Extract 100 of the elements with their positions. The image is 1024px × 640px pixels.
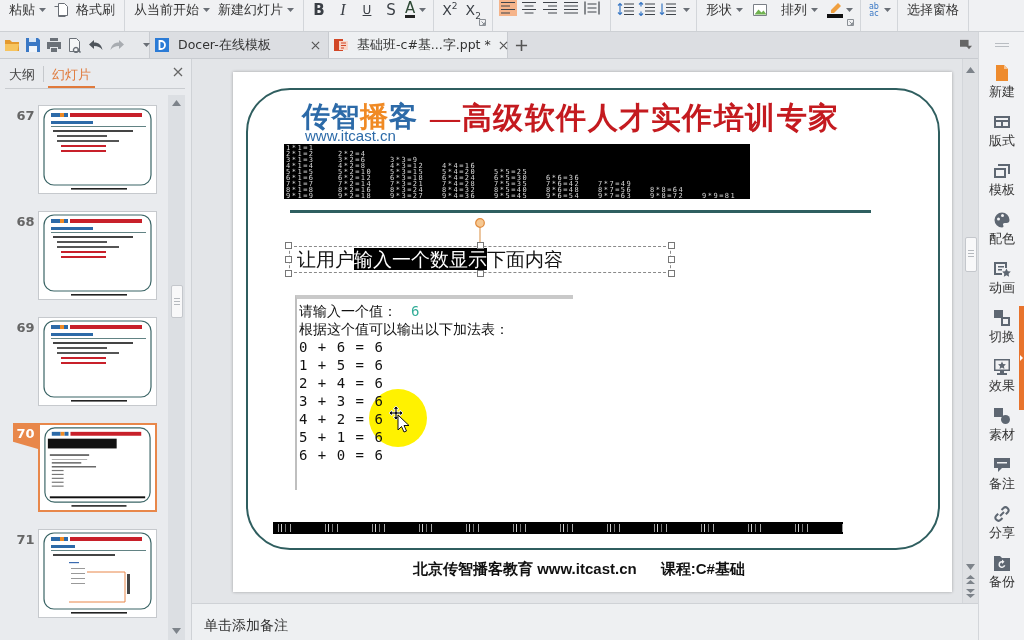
dialog-launcher-icon[interactable] — [846, 19, 854, 26]
sidebar-button[interactable]: 配色 — [988, 211, 1015, 247]
text-box[interactable]: 让用户输入一个数显示下面内容 — [289, 246, 671, 273]
shapes-icon — [992, 407, 1011, 425]
next-slide-icon[interactable] — [966, 589, 975, 598]
superscript-button[interactable]: X$^{2}$ — [438, 1, 462, 19]
slide-thumbnail[interactable] — [38, 105, 157, 194]
resize-handle[interactable] — [476, 242, 484, 249]
new-slide-button[interactable]: 新建幻灯片 — [215, 1, 297, 19]
close-icon[interactable] — [498, 40, 508, 50]
dialog-launcher-icon[interactable] — [478, 19, 486, 26]
scrollbar-thumb[interactable] — [170, 285, 183, 318]
close-icon[interactable] — [311, 40, 320, 50]
selection-pane-button[interactable]: 选择窗格 — [903, 1, 962, 19]
panel-tab[interactable]: 大纲 — [5, 66, 39, 88]
caret-icon — [419, 8, 427, 12]
format-painter-button[interactable]: 格式刷 — [73, 1, 118, 19]
scroll-up-icon[interactable] — [966, 67, 975, 73]
sidebar-button[interactable]: 备份 — [988, 554, 1015, 590]
pen-color-icon[interactable] — [826, 2, 843, 18]
slide-title: —高级软件人才实作培训专家 — [430, 100, 840, 136]
caret-icon — [1020, 355, 1023, 361]
align-right-icon — [541, 1, 558, 15]
console-line: 0 + 6 = 6 — [299, 338, 384, 356]
close-icon[interactable] — [173, 67, 183, 77]
slide-thumbnail[interactable] — [38, 317, 157, 406]
save-icon[interactable] — [25, 37, 41, 53]
slides-file-icon — [333, 37, 349, 53]
console-line: 根据这个值可以输出以下加法表： — [299, 320, 509, 338]
list-spacing-icon[interactable] — [658, 2, 677, 16]
align-center-icon — [520, 1, 537, 15]
link-icon — [992, 505, 1011, 523]
bold-button[interactable]: B — [310, 1, 328, 19]
caret-icon — [203, 8, 210, 12]
strikethrough-button[interactable]: S — [382, 1, 400, 19]
template-icon — [992, 162, 1011, 180]
move-cursor-icon — [388, 405, 410, 433]
justify-icon — [562, 1, 579, 15]
transition-icon — [992, 309, 1011, 327]
footer-text: 课程:C#基础 — [660, 560, 745, 578]
cursor-highlight-icon — [369, 389, 427, 447]
align-center-button[interactable] — [519, 0, 538, 16]
caret-icon[interactable] — [143, 43, 150, 47]
sidebar-button[interactable]: 模板 — [988, 162, 1015, 198]
palette-icon — [992, 211, 1011, 229]
sidebar-button[interactable]: 素材 — [988, 407, 1015, 443]
printer-icon[interactable] — [46, 37, 62, 53]
new-tab-plus-icon[interactable] — [515, 38, 528, 52]
window-menu-icon[interactable] — [959, 39, 973, 51]
footer-text: 北京传智播客教育 www.itcast.cn — [413, 560, 637, 578]
console-line: 1 + 5 = 6 — [299, 356, 384, 374]
sidebar-button[interactable]: 切换 — [988, 309, 1015, 345]
console-input-value: 6 — [411, 302, 420, 320]
sidebar-button[interactable]: 新建 — [988, 64, 1015, 100]
layout-icon — [992, 113, 1011, 131]
slide-thumbnail[interactable] — [38, 529, 157, 618]
document-tab[interactable]: 基础班-c#基...字.ppt * — [329, 32, 508, 58]
resize-handle[interactable] — [476, 270, 484, 277]
sidebar-button[interactable]: 效果 — [988, 358, 1015, 394]
animation-star-icon — [992, 260, 1011, 278]
align-right-button[interactable] — [540, 0, 559, 16]
slide-thumbnail[interactable] — [38, 211, 157, 300]
scroll-down-icon[interactable] — [966, 564, 975, 570]
distribute-icon — [583, 1, 600, 15]
slide-thumbnail[interactable] — [38, 423, 157, 512]
copy-icon[interactable] — [53, 2, 69, 18]
paragraph-spacing-icon[interactable] — [637, 2, 656, 16]
caret-icon[interactable] — [883, 8, 891, 12]
console-prompt: 请输入一个值： — [299, 302, 397, 320]
cloud-logo-icon — [154, 37, 170, 53]
line-spacing-icon[interactable] — [616, 2, 635, 16]
italic-button[interactable]: I — [334, 1, 352, 19]
console-line: 4 + 2 = 6 — [299, 410, 384, 428]
scrollbar-thumb[interactable] — [964, 237, 977, 272]
sidebar-button[interactable]: 版式 — [988, 113, 1015, 149]
sidebar-button[interactable]: 动画 — [988, 260, 1015, 296]
panel-toggle-handle[interactable] — [1019, 306, 1024, 410]
arrange-button[interactable]: 排列 — [777, 1, 821, 19]
scroll-down-icon[interactable] — [172, 628, 181, 634]
justify-button[interactable] — [561, 0, 580, 16]
paste-button[interactable]: 粘贴 — [6, 1, 49, 19]
previous-slide-icon[interactable] — [966, 575, 975, 584]
align-left-button[interactable] — [498, 0, 517, 16]
sidebar-button[interactable]: 备注 — [988, 456, 1015, 492]
underline-button[interactable]: U — [358, 1, 376, 19]
play-from-current-button[interactable]: 从当前开始 — [131, 1, 213, 19]
shape-button[interactable]: 形状 — [702, 1, 746, 19]
caret-icon[interactable] — [682, 8, 690, 12]
caret-icon — [810, 8, 818, 12]
picture-icon[interactable] — [751, 2, 768, 18]
caret-icon[interactable] — [845, 8, 853, 12]
subscript-button[interactable]: X$_{2}$ — [461, 1, 485, 19]
scroll-up-icon[interactable] — [172, 100, 181, 106]
sidebar-button[interactable]: 分享 — [988, 505, 1015, 541]
print-preview-icon[interactable] — [67, 37, 83, 53]
font-color-button[interactable]: A — [402, 1, 430, 19]
drag-grip-icon[interactable] — [994, 43, 1009, 47]
text-case-button[interactable]: ab ac — [866, 1, 881, 19]
console-line: 3 + 3 = 6 — [299, 392, 384, 410]
effect-star-icon — [992, 358, 1011, 376]
